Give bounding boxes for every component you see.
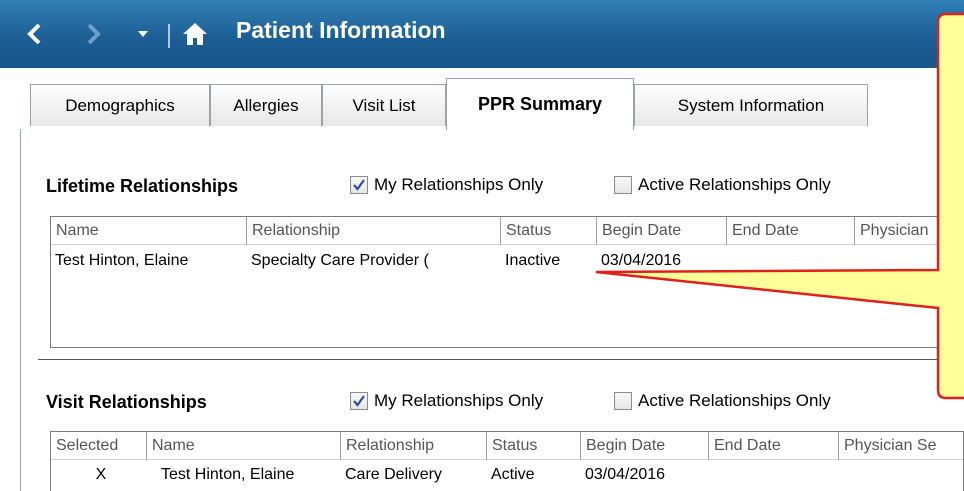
tab-ppr-summary[interactable]: PPR Summary	[446, 78, 634, 130]
callout-annotation	[595, 12, 964, 400]
